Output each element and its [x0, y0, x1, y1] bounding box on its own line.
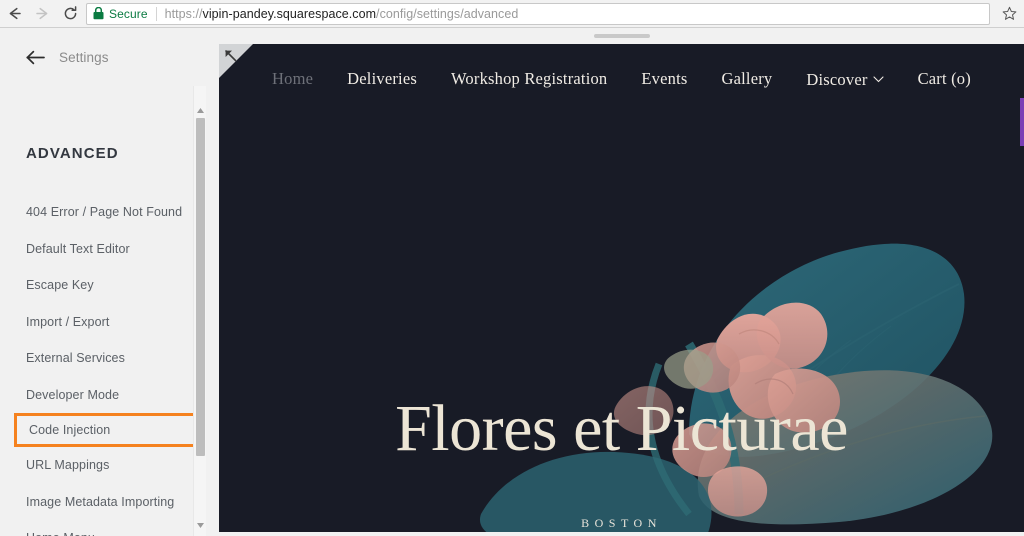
chevron-down-icon — [873, 68, 884, 88]
sidebar-back-label: Settings — [59, 49, 109, 65]
sidebar-scrollbar-thumb[interactable] — [196, 118, 205, 456]
sidebar-item-label: Home Menu — [26, 531, 95, 536]
site-nav-label: Gallery — [721, 69, 773, 88]
sidebar-item-label: URL Mappings — [26, 458, 110, 473]
sidebar-item-label: Developer Mode — [26, 387, 120, 402]
sidebar-item-label: Image Metadata Importing — [26, 494, 175, 509]
forward-arrow-icon — [35, 7, 47, 20]
sidebar-item-label: 404 Error / Page Not Found — [26, 205, 183, 220]
sidebar-item-developer-mode[interactable]: Developer Mode — [0, 377, 206, 414]
site-nav-label: Cart (o) — [917, 69, 971, 88]
resize-handle[interactable] — [593, 34, 650, 38]
sidebar-back-link[interactable]: Settings — [0, 28, 206, 86]
scroll-up-arrow-icon[interactable] — [194, 104, 206, 117]
hero-background-artwork — [219, 44, 1024, 536]
sidebar-item-home-menu[interactable]: Home Menu — [0, 520, 206, 536]
reload-icon — [64, 6, 76, 20]
sidebar-item-label: Import / Export — [26, 314, 110, 329]
sidebar-item-code-injection[interactable]: Code Injection — [14, 413, 200, 447]
sidebar-item-escape-key[interactable]: Escape Key — [0, 267, 206, 304]
sidebar-item-default-text-editor[interactable]: Default Text Editor — [0, 231, 206, 268]
address-bar[interactable]: Secure https://vipin-pandey.squarespace.… — [86, 2, 990, 25]
url-scheme: https:// — [164, 6, 203, 21]
site-preview-frame[interactable]: Home Deliveries Workshop Registration Event… — [219, 44, 1024, 536]
settings-sidebar: Settings ADVANCED 404 Error / Page Not F… — [0, 28, 206, 536]
url-path: /config/settings/advanced — [376, 6, 519, 21]
reload-button[interactable] — [56, 0, 84, 28]
site-nav-item-discover[interactable]: Discover — [806, 68, 884, 90]
sidebar-scrollbar[interactable] — [193, 28, 206, 536]
workspace: Settings ADVANCED 404 Error / Page Not F… — [0, 28, 1024, 536]
sidebar-item-import-export[interactable]: Import / Export — [0, 304, 206, 341]
settings-nav-list: 404 Error / Page Not Found Default Text E… — [0, 194, 206, 536]
lock-icon — [93, 7, 104, 20]
scroll-down-arrow-icon[interactable] — [194, 519, 206, 532]
site-preview-scrollbar[interactable] — [1020, 98, 1024, 146]
site-nav-label: Deliveries — [347, 69, 417, 88]
site-nav-item-deliveries[interactable]: Deliveries — [347, 69, 417, 89]
expand-arrow-icon[interactable] — [224, 49, 237, 67]
frame-bottom-edge — [219, 532, 1024, 536]
site-nav-label: Discover — [806, 70, 868, 89]
site-preview-panel: Home Deliveries Workshop Registration Event… — [219, 28, 1024, 536]
secure-label: Secure — [109, 6, 148, 21]
back-arrow-icon — [9, 7, 21, 20]
sidebar-item-label: Escape Key — [26, 278, 94, 293]
back-arrow-icon — [26, 50, 46, 65]
url-host: vipin-pandey.squarespace.com — [202, 6, 377, 21]
site-nav-label: Home — [272, 69, 314, 88]
sidebar-scroll-area: ADVANCED 404 Error / Page Not Found Defau… — [0, 86, 206, 536]
sidebar-item-label: Default Text Editor — [26, 241, 130, 256]
browser-toolbar: Secure https://vipin-pandey.squarespace.… — [0, 0, 1024, 28]
sidebar-item-url-mappings[interactable]: URL Mappings — [0, 447, 206, 484]
site-nav-label: Events — [641, 69, 688, 88]
star-icon — [1002, 6, 1016, 20]
url-text: https://vipin-pandey.squarespace.com/con… — [165, 7, 519, 21]
site-nav-label: Workshop Registration — [450, 69, 608, 88]
omnibox-divider — [155, 6, 157, 21]
site-nav-item-gallery[interactable]: Gallery — [722, 69, 773, 89]
site-nav-item-workshop-registration[interactable]: Workshop Registration — [451, 69, 607, 89]
site-nav-item-events[interactable]: Events — [641, 69, 687, 89]
site-nav-item-cart-o[interactable]: Cart (o) — [918, 69, 971, 89]
forward-button[interactable] — [28, 0, 56, 28]
section-title: ADVANCED — [26, 145, 119, 162]
bookmark-button[interactable] — [996, 1, 1022, 27]
back-button[interactable] — [0, 0, 28, 28]
site-navigation: Home Deliveries Workshop Registration Event… — [219, 44, 1024, 114]
site-nav-item-home[interactable]: Home — [272, 69, 313, 89]
sidebar-item-label: Code Injection — [29, 423, 111, 437]
sidebar-item-image-metadata-importing[interactable]: Image Metadata Importing — [0, 484, 206, 521]
sidebar-item-label: External Services — [26, 351, 125, 366]
sidebar-item-external-services[interactable]: External Services — [0, 340, 206, 377]
sidebar-item-404-error-page-not-found[interactable]: 404 Error / Page Not Found — [0, 194, 206, 231]
